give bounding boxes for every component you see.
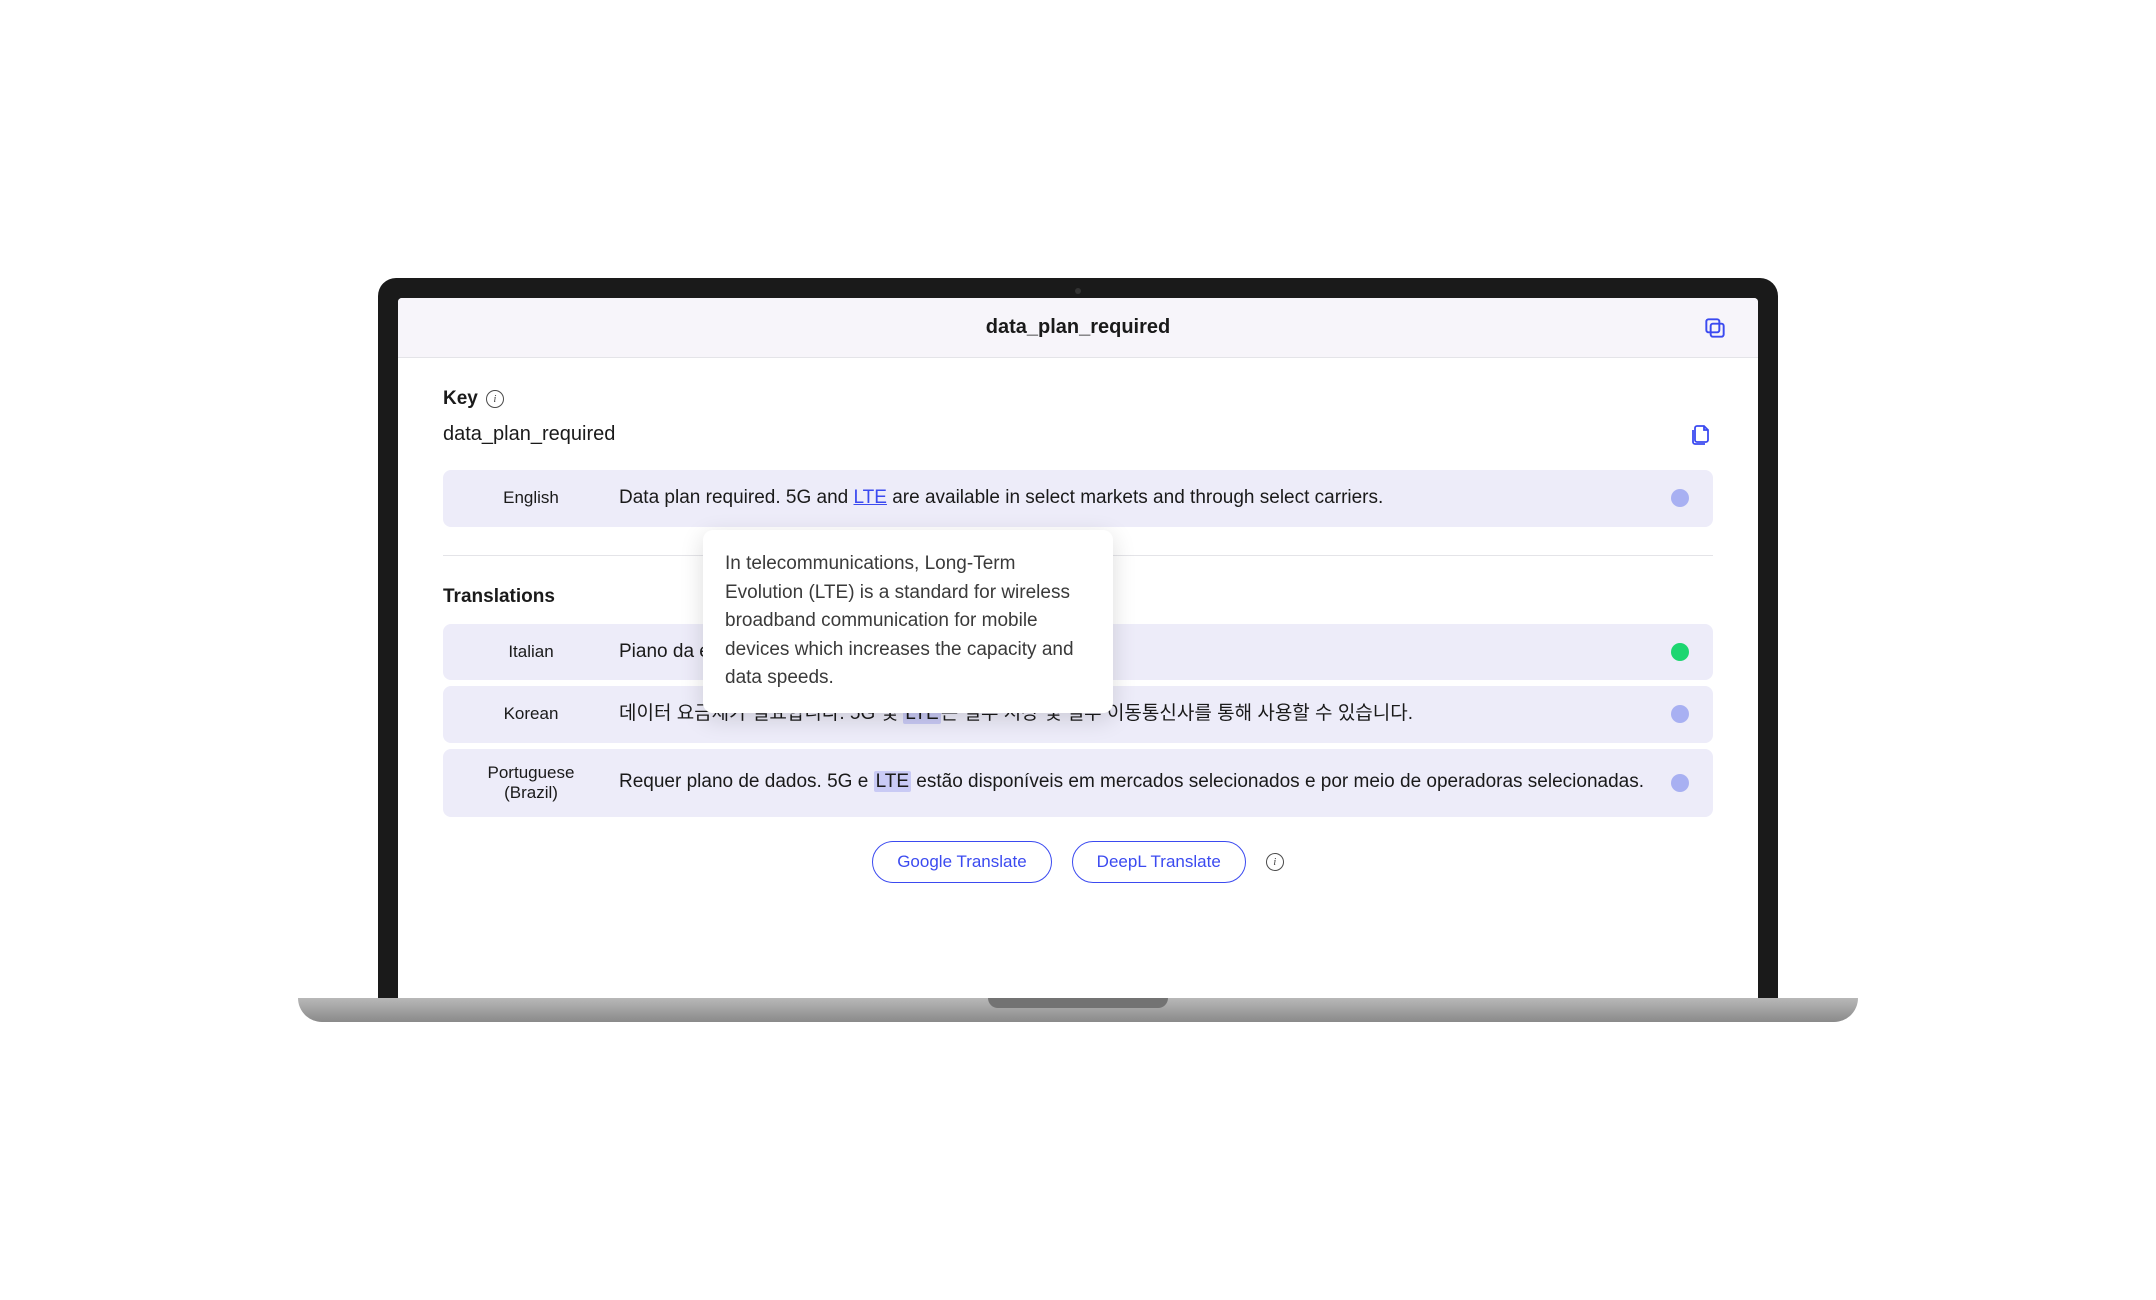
translation-row-portuguese: Portuguese (Brazil) Requer plano de dado… [443,749,1713,817]
info-icon[interactable]: i [1266,853,1284,871]
app-viewport: data_plan_required Key i data_plan_requi… [398,298,1758,998]
key-section-header: Key i [443,388,1713,410]
glossary-term-lte[interactable]: LTE [854,487,887,508]
status-dot-done[interactable] [1671,643,1689,661]
translation-text[interactable]: Requer plano de dados. 5G e LTE estão di… [619,768,1647,797]
google-translate-button[interactable]: Google Translate [872,841,1051,883]
info-icon[interactable]: i [486,390,504,408]
tooltip-text: In telecommunications, Long-Term Evoluti… [725,553,1074,688]
key-value-row: data_plan_required [443,422,1713,446]
status-dot-pending[interactable] [1671,774,1689,792]
key-label: Key [443,388,478,410]
status-dot-pending[interactable] [1671,489,1689,507]
status-dot-pending[interactable] [1671,705,1689,723]
translation-language: Italian [461,642,601,662]
translation-language: Portuguese (Brazil) [461,763,601,803]
header-title: data_plan_required [986,316,1171,339]
source-text[interactable]: Data plan required. 5G and LTE are avail… [619,484,1647,513]
translation-language: Korean [461,704,601,724]
app-header: data_plan_required [398,298,1758,358]
highlighted-term: LTE [874,771,911,792]
footer-buttons: Google Translate DeepL Translate i [443,841,1713,883]
deepl-translate-button[interactable]: DeepL Translate [1072,841,1246,883]
laptop-notch [988,998,1168,1008]
source-language: English [461,488,601,508]
source-row: English Data plan required. 5G and LTE a… [443,470,1713,527]
copy-documents-icon[interactable] [1689,422,1713,446]
laptop-base [298,998,1858,1022]
key-value: data_plan_required [443,423,615,446]
laptop-screen-bezel: data_plan_required Key i data_plan_requi… [378,278,1778,998]
copy-icon[interactable] [1702,315,1728,341]
laptop-frame: data_plan_required Key i data_plan_requi… [378,278,1778,1022]
content-area: Key i data_plan_required English [398,358,1758,913]
camera-dot [1075,288,1081,294]
glossary-tooltip: In telecommunications, Long-Term Evoluti… [703,530,1113,713]
